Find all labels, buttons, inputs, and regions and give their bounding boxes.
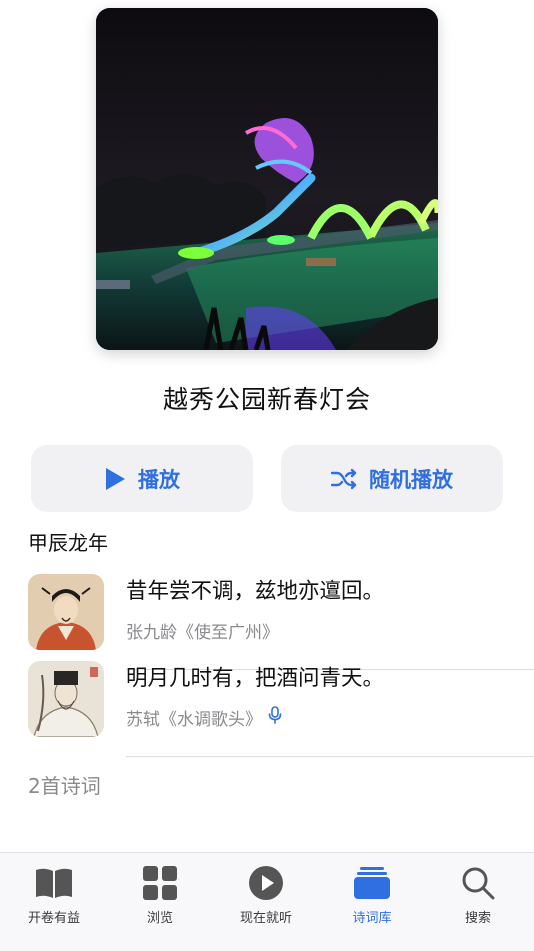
tab-browse[interactable]: 浏览 xyxy=(110,863,210,933)
tab-open-book[interactable]: 开卷有益 xyxy=(4,863,104,933)
microphone-icon xyxy=(268,706,282,729)
album-cover xyxy=(96,8,438,350)
play-button-label: 播放 xyxy=(138,467,180,492)
play-button[interactable]: 播放 xyxy=(31,445,253,512)
poem-source: 张九龄《使至广州》 xyxy=(126,618,279,643)
tab-bar: 开卷有益 浏览 现在就听 诗词库 搜索 xyxy=(0,852,534,951)
tab-search[interactable]: 搜索 xyxy=(428,863,528,933)
tab-label: 现在就听 xyxy=(239,911,292,926)
album-title: 越秀公园新春灯会 xyxy=(162,385,371,414)
play-circle-icon xyxy=(246,863,286,903)
poem-source-text: 苏轼《水调歌头》 xyxy=(126,710,262,730)
section-label: 甲辰龙年 xyxy=(28,531,108,555)
poem-count: 2首诗词 xyxy=(28,774,101,798)
row-divider xyxy=(126,756,534,757)
poet-portrait-su-shi xyxy=(28,661,104,737)
poem-line: 明月几时有，把酒问青天。 xyxy=(126,666,385,691)
tab-label: 搜索 xyxy=(464,911,491,926)
tab-label: 浏览 xyxy=(146,911,173,926)
tab-library[interactable]: 诗词库 xyxy=(322,863,422,933)
poet-portrait-zhang-jiuling xyxy=(28,574,104,650)
shuffle-button[interactable]: 随机播放 xyxy=(281,445,503,512)
search-icon xyxy=(458,863,498,903)
shuffle-icon xyxy=(331,468,357,490)
tab-label: 诗词库 xyxy=(352,911,392,926)
poem-line: 昔年尝不调，兹地亦邅回。 xyxy=(126,579,385,604)
poem-row[interactable]: 昔年尝不调，兹地亦邅回。 张九龄《使至广州》 xyxy=(0,574,534,670)
open-book-icon xyxy=(34,863,74,903)
play-icon xyxy=(104,467,126,491)
poem-source: 苏轼《水调歌头》 xyxy=(126,705,282,730)
tab-label: 开卷有益 xyxy=(27,911,80,926)
tab-listen-now[interactable]: 现在就听 xyxy=(216,863,316,933)
grid-icon xyxy=(140,863,180,903)
poem-row[interactable]: 明月几时有，把酒问青天。 苏轼《水调歌头》 xyxy=(0,661,534,757)
shuffle-button-label: 随机播放 xyxy=(369,467,453,492)
library-stack-icon xyxy=(352,863,392,903)
poem-source-text: 张九龄《使至广州》 xyxy=(126,623,279,643)
